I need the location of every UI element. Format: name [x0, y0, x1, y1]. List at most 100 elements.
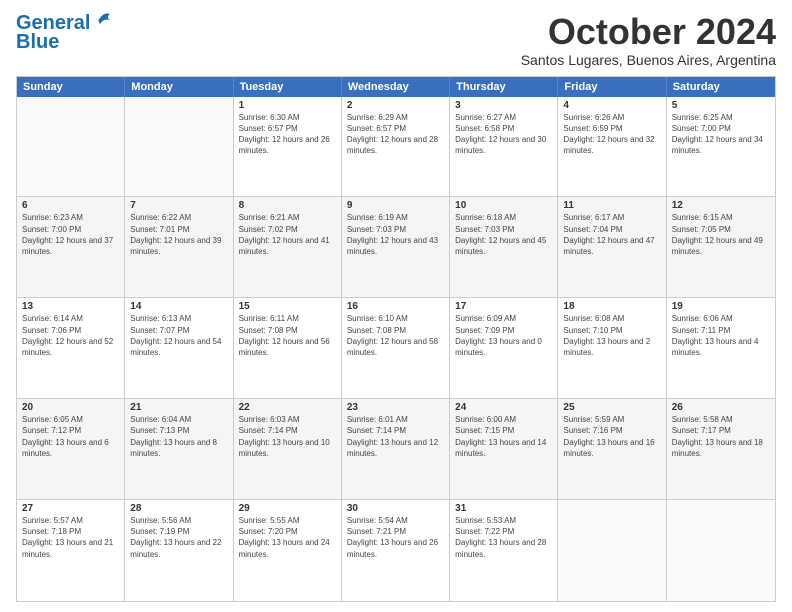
day-info: Sunrise: 5:59 AMSunset: 7:16 PMDaylight:…	[563, 414, 660, 459]
day-info: Sunrise: 6:15 AMSunset: 7:05 PMDaylight:…	[672, 212, 770, 257]
empty-cell	[17, 97, 125, 197]
day-cell-21: 21Sunrise: 6:04 AMSunset: 7:13 PMDayligh…	[125, 399, 233, 499]
day-cell-29: 29Sunrise: 5:55 AMSunset: 7:20 PMDayligh…	[234, 500, 342, 601]
day-cell-6: 6Sunrise: 6:23 AMSunset: 7:00 PMDaylight…	[17, 197, 125, 297]
day-number: 17	[455, 301, 552, 312]
day-cell-18: 18Sunrise: 6:08 AMSunset: 7:10 PMDayligh…	[558, 298, 666, 398]
logo-bird-icon	[92, 12, 114, 30]
day-cell-28: 28Sunrise: 5:56 AMSunset: 7:19 PMDayligh…	[125, 500, 233, 601]
day-info: Sunrise: 6:30 AMSunset: 6:57 PMDaylight:…	[239, 112, 336, 157]
day-cell-22: 22Sunrise: 6:03 AMSunset: 7:14 PMDayligh…	[234, 399, 342, 499]
empty-cell	[667, 500, 775, 601]
day-info: Sunrise: 5:55 AMSunset: 7:20 PMDaylight:…	[239, 515, 336, 560]
day-cell-20: 20Sunrise: 6:05 AMSunset: 7:12 PMDayligh…	[17, 399, 125, 499]
day-number: 4	[563, 100, 660, 111]
day-cell-3: 3Sunrise: 6:27 AMSunset: 6:58 PMDaylight…	[450, 97, 558, 197]
day-info: Sunrise: 6:25 AMSunset: 7:00 PMDaylight:…	[672, 112, 770, 157]
day-cell-26: 26Sunrise: 5:58 AMSunset: 7:17 PMDayligh…	[667, 399, 775, 499]
calendar-week-5: 27Sunrise: 5:57 AMSunset: 7:18 PMDayligh…	[17, 500, 775, 601]
day-cell-1: 1Sunrise: 6:30 AMSunset: 6:57 PMDaylight…	[234, 97, 342, 197]
location-title: Santos Lugares, Buenos Aires, Argentina	[521, 52, 776, 68]
day-number: 9	[347, 200, 444, 211]
day-number: 28	[130, 503, 227, 514]
day-number: 10	[455, 200, 552, 211]
header-day-tuesday: Tuesday	[234, 77, 342, 97]
day-cell-30: 30Sunrise: 5:54 AMSunset: 7:21 PMDayligh…	[342, 500, 450, 601]
empty-cell	[125, 97, 233, 197]
day-number: 3	[455, 100, 552, 111]
day-cell-10: 10Sunrise: 6:18 AMSunset: 7:03 PMDayligh…	[450, 197, 558, 297]
day-info: Sunrise: 6:13 AMSunset: 7:07 PMDaylight:…	[130, 313, 227, 358]
day-number: 16	[347, 301, 444, 312]
logo-blue-text: Blue	[16, 31, 59, 54]
header-day-friday: Friday	[558, 77, 666, 97]
day-cell-8: 8Sunrise: 6:21 AMSunset: 7:02 PMDaylight…	[234, 197, 342, 297]
day-cell-7: 7Sunrise: 6:22 AMSunset: 7:01 PMDaylight…	[125, 197, 233, 297]
day-cell-15: 15Sunrise: 6:11 AMSunset: 7:08 PMDayligh…	[234, 298, 342, 398]
day-number: 21	[130, 402, 227, 413]
day-info: Sunrise: 6:03 AMSunset: 7:14 PMDaylight:…	[239, 414, 336, 459]
calendar-week-3: 13Sunrise: 6:14 AMSunset: 7:06 PMDayligh…	[17, 298, 775, 399]
day-cell-14: 14Sunrise: 6:13 AMSunset: 7:07 PMDayligh…	[125, 298, 233, 398]
day-info: Sunrise: 6:21 AMSunset: 7:02 PMDaylight:…	[239, 212, 336, 257]
day-number: 8	[239, 200, 336, 211]
day-info: Sunrise: 6:18 AMSunset: 7:03 PMDaylight:…	[455, 212, 552, 257]
day-info: Sunrise: 5:58 AMSunset: 7:17 PMDaylight:…	[672, 414, 770, 459]
day-number: 13	[22, 301, 119, 312]
day-number: 15	[239, 301, 336, 312]
day-number: 11	[563, 200, 660, 211]
logo: General Blue	[16, 12, 114, 54]
day-info: Sunrise: 6:19 AMSunset: 7:03 PMDaylight:…	[347, 212, 444, 257]
day-info: Sunrise: 6:27 AMSunset: 6:58 PMDaylight:…	[455, 112, 552, 157]
day-number: 30	[347, 503, 444, 514]
day-info: Sunrise: 6:17 AMSunset: 7:04 PMDaylight:…	[563, 212, 660, 257]
day-number: 22	[239, 402, 336, 413]
calendar: SundayMondayTuesdayWednesdayThursdayFrid…	[16, 76, 776, 602]
day-cell-27: 27Sunrise: 5:57 AMSunset: 7:18 PMDayligh…	[17, 500, 125, 601]
day-cell-12: 12Sunrise: 6:15 AMSunset: 7:05 PMDayligh…	[667, 197, 775, 297]
day-info: Sunrise: 6:23 AMSunset: 7:00 PMDaylight:…	[22, 212, 119, 257]
day-cell-25: 25Sunrise: 5:59 AMSunset: 7:16 PMDayligh…	[558, 399, 666, 499]
day-info: Sunrise: 6:29 AMSunset: 6:57 PMDaylight:…	[347, 112, 444, 157]
day-cell-17: 17Sunrise: 6:09 AMSunset: 7:09 PMDayligh…	[450, 298, 558, 398]
day-cell-31: 31Sunrise: 5:53 AMSunset: 7:22 PMDayligh…	[450, 500, 558, 601]
calendar-body: 1Sunrise: 6:30 AMSunset: 6:57 PMDaylight…	[17, 97, 775, 601]
day-cell-24: 24Sunrise: 6:00 AMSunset: 7:15 PMDayligh…	[450, 399, 558, 499]
header-day-saturday: Saturday	[667, 77, 775, 97]
calendar-header: SundayMondayTuesdayWednesdayThursdayFrid…	[17, 77, 775, 97]
day-number: 18	[563, 301, 660, 312]
page: General Blue October 2024 Santos Lugares…	[0, 0, 792, 612]
day-number: 24	[455, 402, 552, 413]
day-number: 12	[672, 200, 770, 211]
day-info: Sunrise: 6:04 AMSunset: 7:13 PMDaylight:…	[130, 414, 227, 459]
header-day-thursday: Thursday	[450, 77, 558, 97]
day-info: Sunrise: 5:56 AMSunset: 7:19 PMDaylight:…	[130, 515, 227, 560]
day-number: 25	[563, 402, 660, 413]
day-cell-16: 16Sunrise: 6:10 AMSunset: 7:08 PMDayligh…	[342, 298, 450, 398]
day-number: 7	[130, 200, 227, 211]
day-number: 5	[672, 100, 770, 111]
day-cell-4: 4Sunrise: 6:26 AMSunset: 6:59 PMDaylight…	[558, 97, 666, 197]
day-number: 23	[347, 402, 444, 413]
month-title: October 2024	[521, 12, 776, 52]
day-cell-5: 5Sunrise: 6:25 AMSunset: 7:00 PMDaylight…	[667, 97, 775, 197]
calendar-week-2: 6Sunrise: 6:23 AMSunset: 7:00 PMDaylight…	[17, 197, 775, 298]
day-number: 14	[130, 301, 227, 312]
day-number: 2	[347, 100, 444, 111]
calendar-week-1: 1Sunrise: 6:30 AMSunset: 6:57 PMDaylight…	[17, 97, 775, 198]
day-number: 27	[22, 503, 119, 514]
day-info: Sunrise: 6:05 AMSunset: 7:12 PMDaylight:…	[22, 414, 119, 459]
day-info: Sunrise: 5:57 AMSunset: 7:18 PMDaylight:…	[22, 515, 119, 560]
day-number: 31	[455, 503, 552, 514]
header-day-monday: Monday	[125, 77, 233, 97]
day-info: Sunrise: 6:14 AMSunset: 7:06 PMDaylight:…	[22, 313, 119, 358]
day-info: Sunrise: 6:01 AMSunset: 7:14 PMDaylight:…	[347, 414, 444, 459]
day-info: Sunrise: 6:26 AMSunset: 6:59 PMDaylight:…	[563, 112, 660, 157]
day-info: Sunrise: 6:11 AMSunset: 7:08 PMDaylight:…	[239, 313, 336, 358]
day-number: 1	[239, 100, 336, 111]
day-cell-13: 13Sunrise: 6:14 AMSunset: 7:06 PMDayligh…	[17, 298, 125, 398]
calendar-week-4: 20Sunrise: 6:05 AMSunset: 7:12 PMDayligh…	[17, 399, 775, 500]
day-number: 19	[672, 301, 770, 312]
header: General Blue October 2024 Santos Lugares…	[16, 12, 776, 68]
day-cell-11: 11Sunrise: 6:17 AMSunset: 7:04 PMDayligh…	[558, 197, 666, 297]
